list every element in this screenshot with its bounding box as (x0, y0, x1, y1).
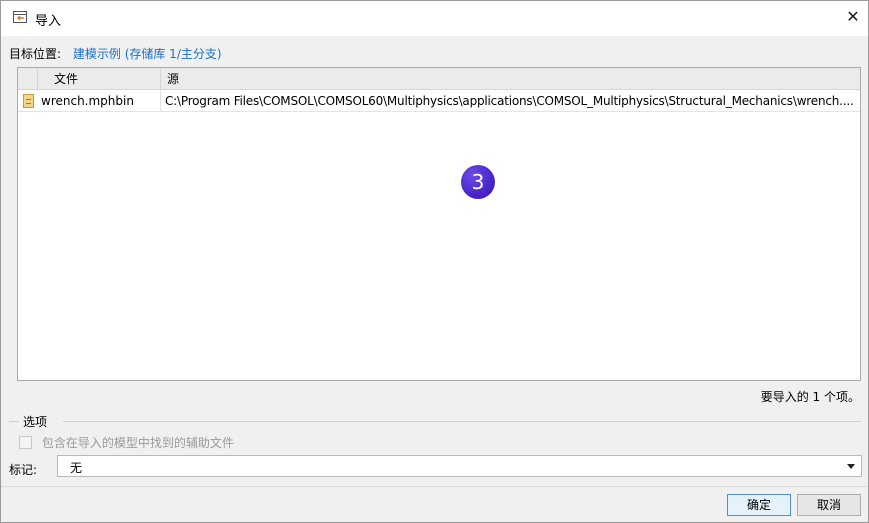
dialog-buttons: 确定 取消 (1, 486, 868, 522)
auxiliary-files-option: 包含在导入的模型中找到的辅助文件 (19, 434, 234, 450)
table-header: 文件 源 (18, 68, 860, 90)
step-badge: 3 (461, 165, 495, 199)
header-source[interactable]: 源 (161, 68, 860, 90)
import-files-table[interactable]: 文件 源 wrench.mphbin C:\Program Files\COMS… (17, 67, 861, 381)
row-file-name: wrench.mphbin (38, 90, 161, 112)
auxiliary-files-checkbox[interactable] (19, 436, 32, 449)
title-bar: 导入 ✕ (1, 1, 868, 35)
chevron-down-icon (847, 464, 855, 469)
options-group: 选项 (9, 413, 861, 430)
tag-selected-value: 无 (70, 461, 83, 475)
header-file[interactable]: 文件 (38, 68, 161, 90)
target-location: 目标位置: 建模示例 (存储库 1/主分支) (9, 45, 222, 61)
close-icon: ✕ (846, 7, 860, 26)
close-button[interactable]: ✕ (840, 5, 866, 29)
file-icon (23, 94, 34, 108)
auxiliary-files-label: 包含在导入的模型中找到的辅助文件 (41, 436, 234, 450)
cancel-button[interactable]: 取消 (797, 494, 861, 516)
item-count-text: 要导入的 1 个项。 (760, 390, 860, 404)
ok-button[interactable]: 确定 (727, 494, 791, 516)
dialog-content: 目标位置: 建模示例 (存储库 1/主分支) 文件 源 wrench.mphbi… (1, 36, 868, 486)
tag-label: 标记: (9, 463, 38, 477)
import-icon (13, 11, 27, 23)
target-location-link[interactable]: 建模示例 (存储库 1/主分支) (73, 47, 222, 61)
row-icon-cell (18, 90, 38, 112)
dialog-title: 导入 (35, 14, 62, 29)
header-icon-column[interactable] (18, 68, 38, 90)
tag-dropdown[interactable]: 无 (57, 455, 862, 477)
row-source-path: C:\Program Files\COMSOL\COMSOL60\Multiph… (165, 94, 854, 108)
options-legend: 选项 (23, 413, 54, 430)
table-row[interactable]: wrench.mphbin C:\Program Files\COMSOL\CO… (18, 90, 860, 112)
options-divider-right (63, 421, 861, 422)
target-location-label: 目标位置: (9, 47, 62, 61)
import-dialog: 导入 ✕ 目标位置: 建模示例 (存储库 1/主分支) 文件 源 wrench.… (0, 0, 869, 523)
options-divider-left (9, 421, 19, 422)
